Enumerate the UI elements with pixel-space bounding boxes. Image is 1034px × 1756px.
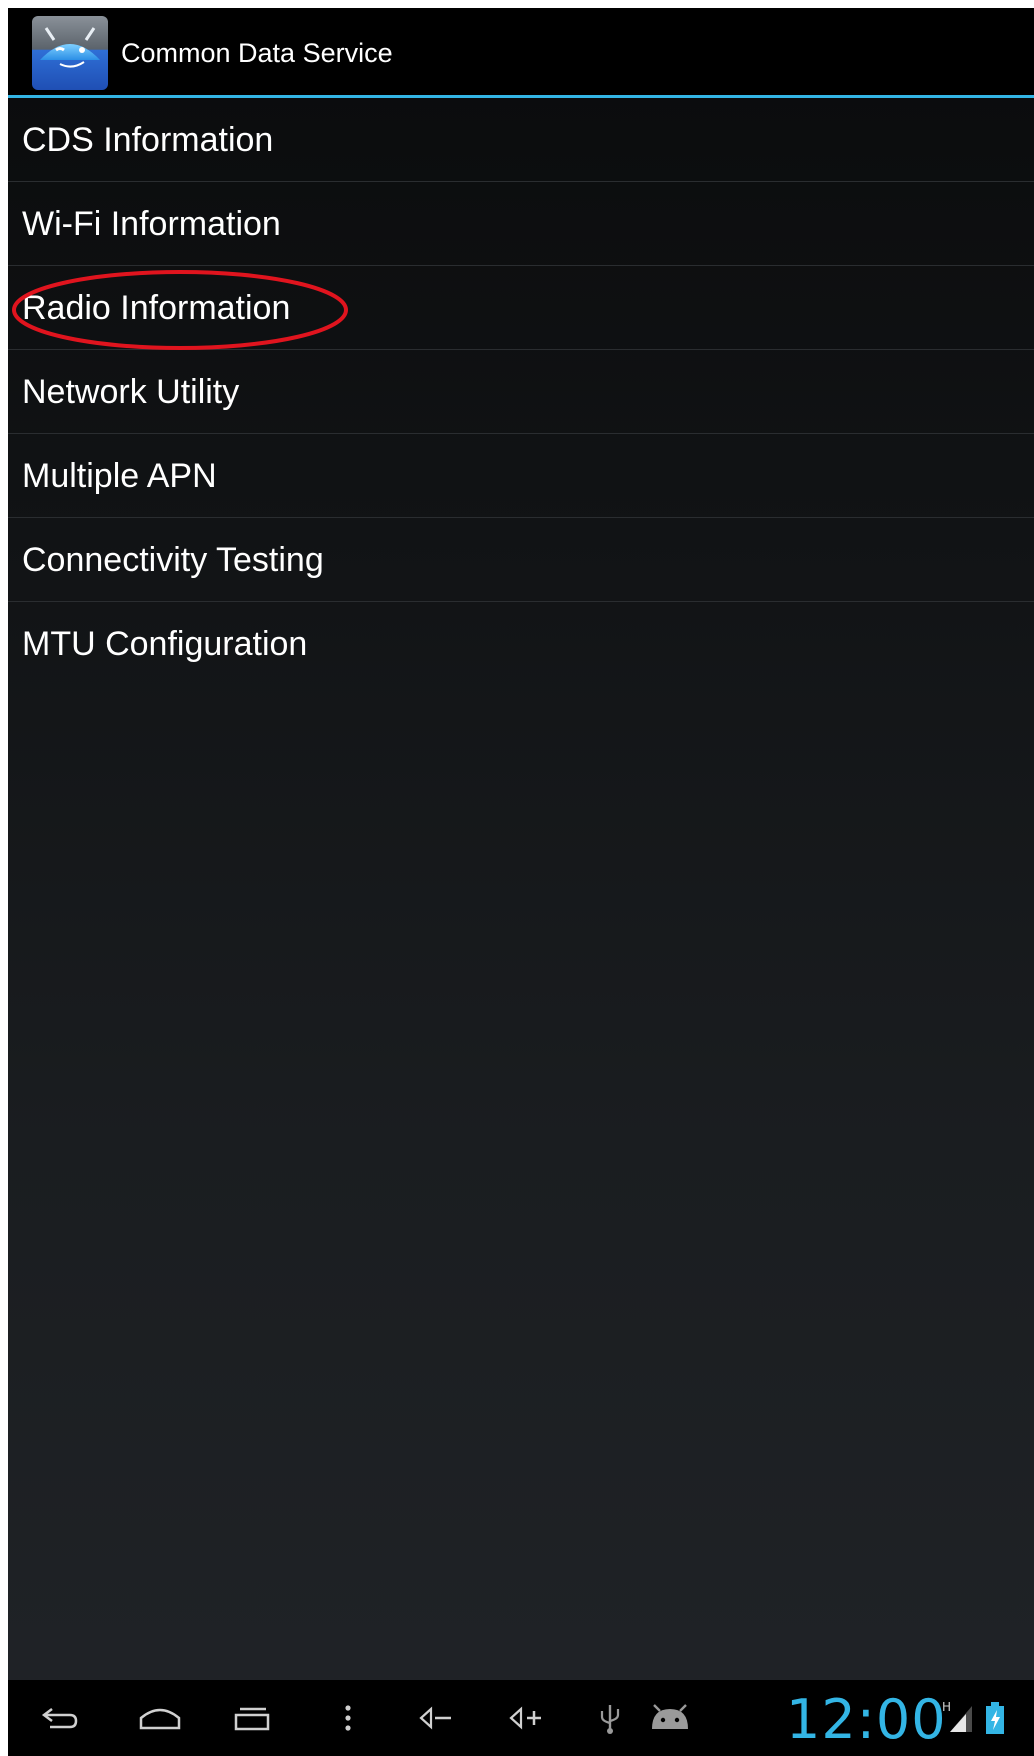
- menu-icon[interactable]: [328, 1680, 368, 1756]
- menu-item-wifi-information[interactable]: Wi-Fi Information: [8, 182, 1034, 266]
- recent-apps-icon[interactable]: [220, 1680, 284, 1756]
- menu-item-connectivity-testing[interactable]: Connectivity Testing: [8, 518, 1034, 602]
- home-icon[interactable]: [128, 1680, 192, 1756]
- network-type-label: H: [942, 1700, 951, 1714]
- volume-up-icon[interactable]: [502, 1680, 552, 1756]
- menu-item-network-utility[interactable]: Network Utility: [8, 350, 1034, 434]
- back-icon[interactable]: [28, 1680, 92, 1756]
- status-clock: 12:00: [786, 1688, 947, 1751]
- battery-charging-icon: [984, 1680, 1006, 1756]
- menu-item-multiple-apn[interactable]: Multiple APN: [8, 434, 1034, 518]
- menu-item-radio-information[interactable]: Radio Information: [8, 266, 1034, 350]
- android-app-icon[interactable]: [30, 14, 110, 92]
- system-navigation-bar: 12:00 H: [8, 1680, 1034, 1756]
- action-bar: Common Data Service: [8, 8, 1034, 98]
- android-debug-icon: [648, 1680, 692, 1756]
- app-screen: Common Data Service CDS Information Wi-F…: [8, 8, 1034, 1756]
- signal-h-icon: H: [940, 1680, 976, 1756]
- menu-item-mtu-configuration[interactable]: MTU Configuration: [8, 602, 1034, 686]
- volume-down-icon[interactable]: [412, 1680, 462, 1756]
- menu-list: CDS Information Wi-Fi Information Radio …: [8, 98, 1034, 686]
- usb-icon: [598, 1680, 622, 1756]
- menu-item-cds-information[interactable]: CDS Information: [8, 98, 1034, 182]
- app-title: Common Data Service: [121, 38, 393, 68]
